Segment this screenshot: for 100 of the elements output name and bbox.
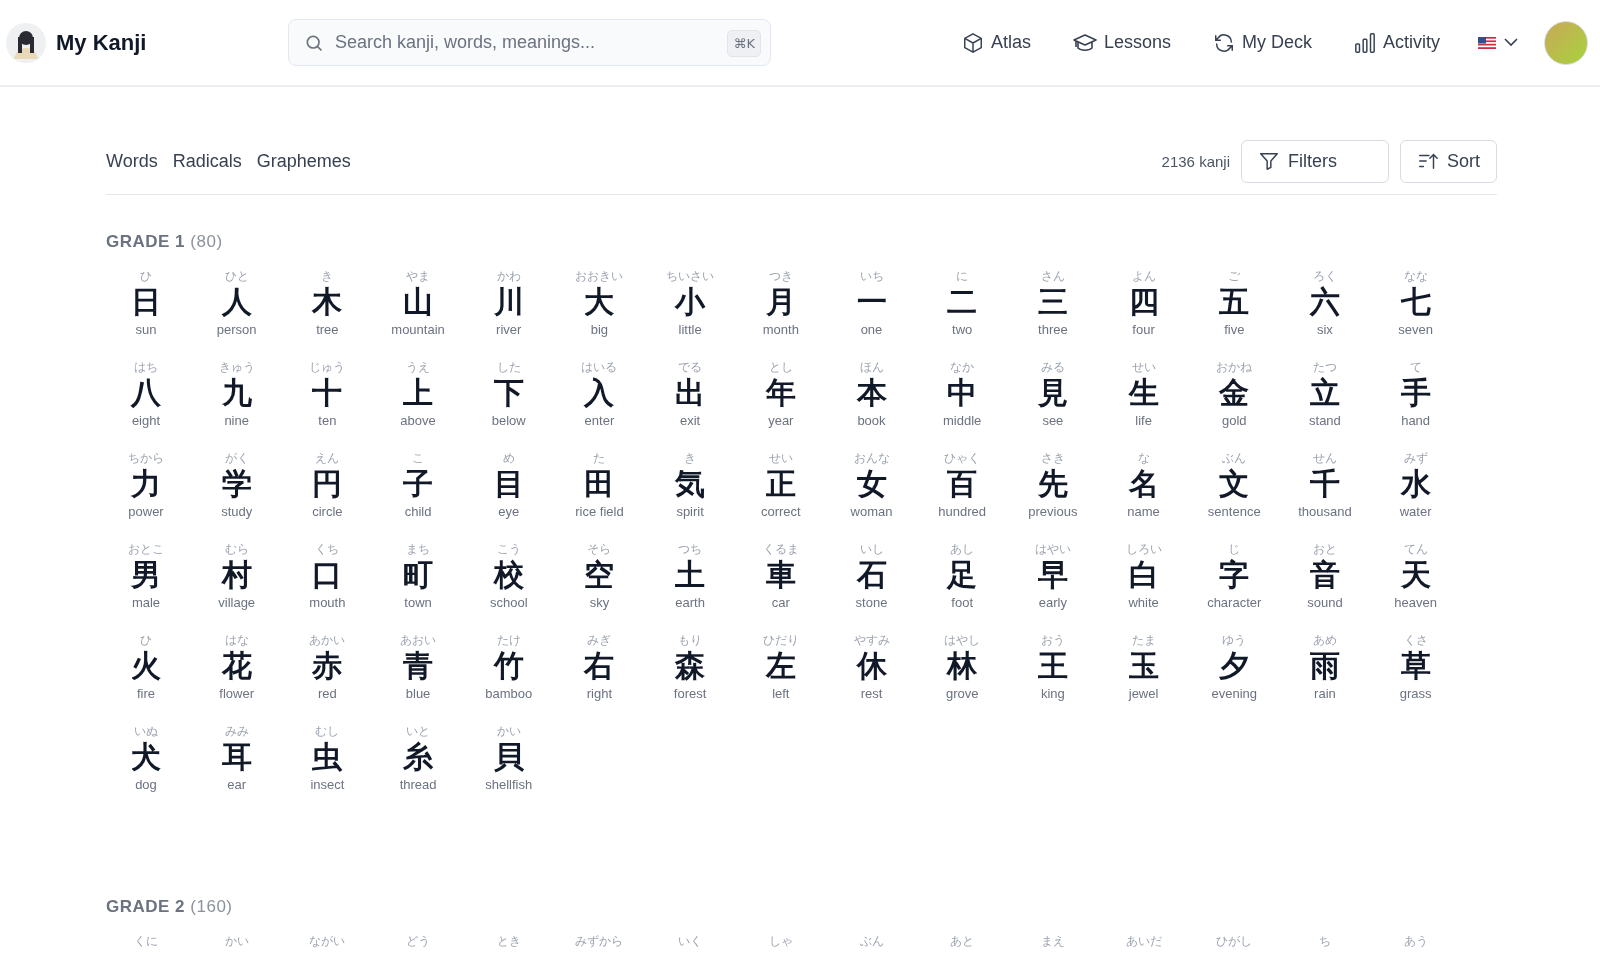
kanji-character[interactable]: 九 xyxy=(221,376,252,410)
kanji-character[interactable]: 八 xyxy=(131,376,161,410)
kanji-character[interactable]: 中 xyxy=(947,376,978,410)
tab[interactable]: Graphemes xyxy=(256,150,351,172)
kanji-character[interactable]: 小 xyxy=(675,285,706,319)
kanji-character[interactable]: 雨 xyxy=(1309,649,1340,683)
kanji-character[interactable]: 文 xyxy=(1219,467,1250,501)
kanji-character[interactable]: 玉 xyxy=(1128,649,1159,683)
kanji-character[interactable]: 白 xyxy=(1128,558,1159,592)
furigana-text: いと xyxy=(406,724,431,738)
kanji-character[interactable]: 右 xyxy=(584,649,615,683)
kanji-character[interactable]: 目 xyxy=(493,467,524,501)
kanji-character[interactable]: 森 xyxy=(675,649,706,683)
kanji-character[interactable]: 校 xyxy=(493,558,524,592)
furigana-text: ゆう xyxy=(1222,633,1247,647)
kanji-character[interactable]: 川 xyxy=(493,285,524,319)
kanji-character[interactable]: 年 xyxy=(765,376,796,410)
kanji-character[interactable]: 手 xyxy=(1400,376,1431,410)
kanji-character[interactable]: 山 xyxy=(403,285,434,319)
bar-chart-icon xyxy=(1354,31,1376,54)
kanji-character[interactable]: 字 xyxy=(1219,558,1250,592)
kanji-character[interactable]: 村 xyxy=(221,558,252,592)
kanji-character[interactable]: 犬 xyxy=(131,740,161,774)
kanji-character[interactable]: 五 xyxy=(1219,285,1250,319)
nav-link[interactable]: Lessons xyxy=(1072,31,1171,54)
kanji-character[interactable]: 生 xyxy=(1128,376,1159,410)
kanji-character[interactable]: 足 xyxy=(947,558,978,592)
kanji-character[interactable]: 大 xyxy=(584,285,615,319)
kanji-character[interactable]: 六 xyxy=(1309,285,1340,319)
kanji-character[interactable]: 青 xyxy=(403,649,434,683)
furigana-text: しろい xyxy=(1125,542,1162,556)
kanji-character[interactable]: 日 xyxy=(131,285,161,319)
kanji-character[interactable]: 月 xyxy=(765,285,796,319)
kanji-character[interactable]: 一 xyxy=(856,285,887,319)
kanji-character[interactable]: 学 xyxy=(221,467,252,501)
kanji-character[interactable]: 入 xyxy=(584,376,615,410)
kanji-character[interactable]: 貝 xyxy=(493,740,524,774)
kanji-character[interactable]: 早 xyxy=(1037,558,1068,592)
kanji-character[interactable]: 天 xyxy=(1400,558,1431,592)
kanji-character[interactable]: 見 xyxy=(1037,376,1068,410)
flag-icon[interactable] xyxy=(1478,36,1496,49)
kanji-character[interactable]: 竹 xyxy=(493,649,524,683)
kanji-character[interactable]: 出 xyxy=(675,376,706,410)
kanji-character[interactable]: 名 xyxy=(1128,467,1159,501)
chevron-down-icon[interactable] xyxy=(1504,38,1518,47)
tab[interactable]: Words xyxy=(106,150,158,172)
kanji-character[interactable]: 木 xyxy=(312,285,343,319)
kanji-character[interactable]: 口 xyxy=(312,558,343,592)
kanji-character[interactable]: 上 xyxy=(403,376,434,410)
kanji-character[interactable]: 水 xyxy=(1400,467,1431,501)
kanji-character[interactable]: 四 xyxy=(1128,285,1159,319)
kanji-character[interactable]: 花 xyxy=(221,649,252,683)
nav-link[interactable]: Activity xyxy=(1354,31,1440,54)
kanji-character[interactable]: 車 xyxy=(765,558,796,592)
kanji-character[interactable]: 夕 xyxy=(1219,649,1250,683)
kanji-character[interactable]: 虫 xyxy=(312,740,343,774)
meaning-text: sky xyxy=(589,594,610,611)
kanji-character[interactable]: 草 xyxy=(1400,649,1431,683)
kanji-character[interactable]: 円 xyxy=(312,467,343,501)
kanji-character[interactable]: 耳 xyxy=(221,740,252,774)
kanji-character[interactable]: 人 xyxy=(221,285,252,319)
kanji-character[interactable]: 百 xyxy=(947,467,978,501)
kanji-character[interactable]: 空 xyxy=(584,558,615,592)
kanji-character[interactable]: 子 xyxy=(403,467,434,501)
kanji-character[interactable]: 二 xyxy=(947,285,978,319)
kanji-character[interactable]: 十 xyxy=(312,376,343,410)
kanji-character[interactable]: 音 xyxy=(1309,558,1340,592)
kanji-character[interactable]: 力 xyxy=(131,467,161,501)
kanji-character[interactable]: 田 xyxy=(584,467,615,501)
kanji-character[interactable]: 金 xyxy=(1219,376,1250,410)
kanji-character[interactable]: 下 xyxy=(493,376,524,410)
kanji-character[interactable]: 休 xyxy=(856,649,887,683)
kanji-character[interactable]: 男 xyxy=(131,558,161,592)
kanji-character[interactable]: 糸 xyxy=(403,740,434,774)
kanji-character[interactable]: 町 xyxy=(403,558,434,592)
furigana-text: き xyxy=(684,451,697,465)
furigana-text: した xyxy=(496,360,521,374)
nav-link[interactable]: Atlas xyxy=(961,31,1031,54)
kanji-character[interactable]: 正 xyxy=(765,467,796,501)
kanji-character[interactable]: 女 xyxy=(856,467,887,501)
kanji-character[interactable]: 石 xyxy=(856,558,887,592)
kanji-character[interactable]: 気 xyxy=(675,467,706,501)
tab[interactable]: Radicals xyxy=(172,150,242,172)
kanji-character[interactable]: 千 xyxy=(1309,467,1340,501)
kanji-character[interactable]: 本 xyxy=(856,376,887,410)
kanji-character[interactable]: 王 xyxy=(1037,649,1068,683)
sort-button[interactable]: Sort xyxy=(1400,139,1497,183)
furigana-text: うえ xyxy=(406,360,431,374)
kanji-character[interactable]: 三 xyxy=(1037,285,1068,319)
nav-link[interactable]: My Deck xyxy=(1212,31,1312,54)
meaning-text: fire xyxy=(136,685,156,702)
kanji-character[interactable]: 立 xyxy=(1309,376,1340,410)
kanji-character[interactable]: 林 xyxy=(947,649,978,683)
kanji-character[interactable]: 火 xyxy=(131,649,161,683)
filter-button[interactable]: Filters xyxy=(1241,139,1389,183)
kanji-character[interactable]: 左 xyxy=(765,649,796,683)
kanji-character[interactable]: 七 xyxy=(1400,285,1431,319)
kanji-character[interactable]: 土 xyxy=(675,558,706,592)
kanji-character[interactable]: 先 xyxy=(1037,467,1068,501)
kanji-character[interactable]: 赤 xyxy=(312,649,343,683)
